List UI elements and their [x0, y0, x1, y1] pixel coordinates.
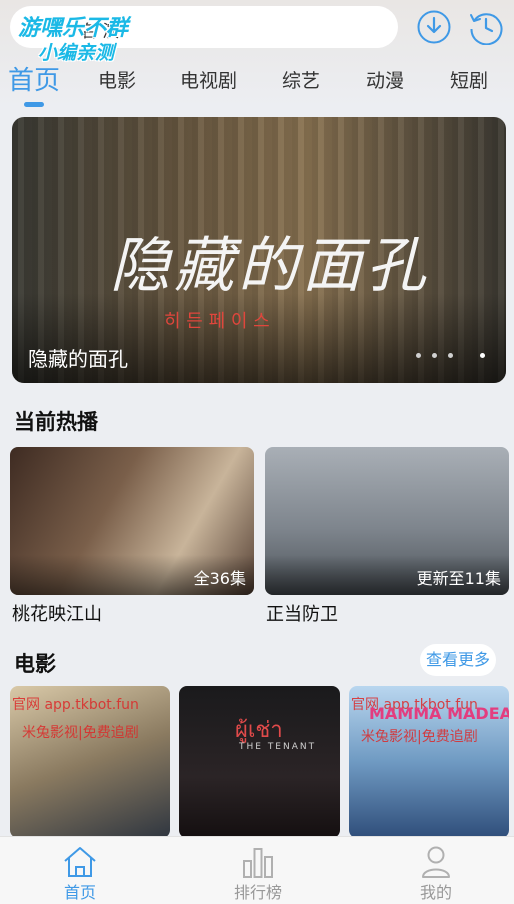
poster-subtitle: THE TENANT	[239, 742, 317, 752]
nav-item-ranking[interactable]: 排行榜	[198, 837, 318, 904]
tab-short-drama[interactable]: 短剧	[450, 66, 488, 93]
carousel-dot-active[interactable]	[480, 353, 485, 358]
poster-watermark: 官网 app.tkbot.fun	[12, 697, 139, 713]
banner-art-title: 隐藏的面孔	[110, 231, 430, 301]
carousel-indicator	[416, 353, 488, 359]
tab-movies[interactable]: 电影	[98, 66, 136, 93]
nav-label-profile: 我的	[419, 883, 452, 902]
movie-poster[interactable]: ผู้เช่า THE TENANT	[179, 686, 340, 838]
carousel-dot[interactable]	[416, 353, 421, 358]
episode-badge: 更新至11集	[416, 569, 501, 588]
nav-label-home: 首页	[63, 883, 96, 902]
episode-badge: 全36集	[193, 569, 246, 588]
show-title[interactable]: 桃花映江山	[12, 600, 102, 626]
section-title-now-playing: 当前热播	[14, 410, 98, 434]
banner-caption: 隐藏的面孔	[28, 347, 128, 371]
poster-art-title: MAMMA MADEA	[369, 704, 509, 723]
show-card[interactable]: 全36集	[10, 447, 254, 595]
tab-home[interactable]: 首页	[8, 60, 60, 97]
ranking-icon	[243, 848, 273, 878]
movie-poster[interactable]: 官网 app.tkbot.fun 米兔影视|免费追剧	[10, 686, 170, 838]
view-more-button[interactable]: 查看更多	[420, 644, 496, 676]
category-tabs: 首页 电影 电视剧 综艺 动漫 短剧	[0, 58, 514, 108]
tab-active-indicator	[24, 102, 44, 107]
download-icon[interactable]	[416, 9, 452, 45]
section-title-movies: 电影	[14, 652, 56, 676]
watermark-line2: 小编亲测	[38, 42, 115, 64]
home-icon	[64, 847, 96, 877]
profile-icon	[422, 846, 450, 878]
nav-label-ranking: 排行榜	[233, 883, 282, 902]
tab-anime[interactable]: 动漫	[366, 66, 404, 93]
poster-watermark: 米兔影视|免费追剧	[22, 725, 139, 741]
nav-item-home[interactable]: 首页	[20, 837, 140, 904]
poster-watermark: 米兔影视|免费追剧	[361, 729, 478, 745]
movie-poster[interactable]: 官网 app.tkbot.fun MAMMA MADEA 米兔影视|免费追剧	[349, 686, 509, 838]
carousel-dot[interactable]	[448, 353, 453, 358]
tab-tv-series[interactable]: 电视剧	[180, 66, 237, 93]
bottom-navigation: 首页 排行榜 我的	[0, 836, 514, 904]
tab-variety[interactable]: 综艺	[282, 66, 320, 93]
carousel-dot[interactable]	[432, 353, 437, 358]
banner-carousel[interactable]: 隐藏的面孔 히 든 페 이 스 隐藏的面孔	[12, 117, 506, 383]
show-title[interactable]: 正当防卫	[266, 600, 338, 626]
show-card[interactable]: 更新至11集	[265, 447, 509, 595]
banner-art-subtitle: 히 든 페 이 스	[164, 311, 270, 332]
nav-item-profile[interactable]: 我的	[376, 837, 496, 904]
history-icon[interactable]	[468, 9, 504, 45]
